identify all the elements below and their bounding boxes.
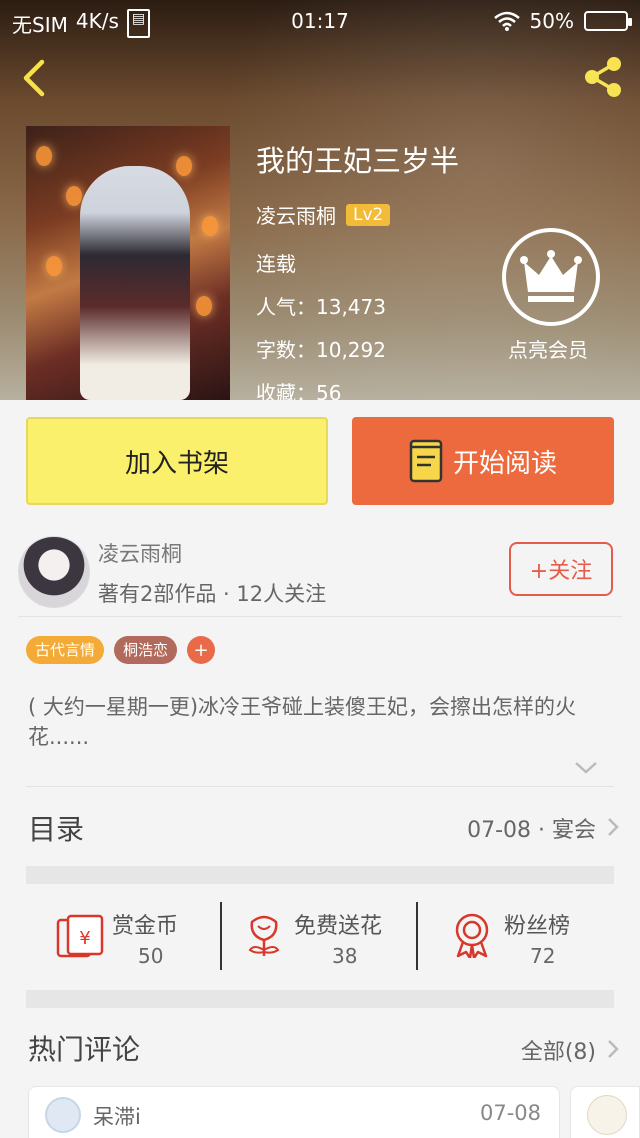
- clock: 01:17: [291, 9, 349, 33]
- free-flowers-stat[interactable]: 免费送花 38: [222, 884, 418, 990]
- carrier-text: 无SIM: [12, 13, 68, 37]
- stat-label: 免费送花: [294, 914, 383, 939]
- book-detail-body: 加入书架 开始阅读 凌云雨桐 著有2部作品 · 12人关注 +关注 古代言情 桐…: [0, 400, 640, 1138]
- follow-button[interactable]: +关注: [509, 542, 613, 596]
- book-description: ( 大约一星期一更)冰冷王爷碰上装傻王妃，会擦出怎样的火花......: [28, 695, 577, 749]
- crown-icon: [520, 250, 582, 302]
- status-bar: 无SIM 4K/s ▤ 01:17 50%: [0, 0, 640, 42]
- add-to-shelf-button[interactable]: 加入书架: [26, 417, 328, 505]
- section-separator: [26, 990, 614, 1008]
- book-author[interactable]: 凌云雨桐: [256, 200, 336, 229]
- chevron-right-icon: [608, 818, 619, 836]
- vip-crown-button[interactable]: [502, 228, 600, 326]
- chevron-down-icon[interactable]: [574, 760, 598, 776]
- tag-list: 古代言情 桐浩恋 +: [26, 636, 216, 664]
- reward-coins-stat[interactable]: ¥ 赏金币 50: [26, 884, 222, 990]
- network-speed: 4K/s: [75, 9, 119, 33]
- stat-label: 粉丝榜: [504, 914, 571, 939]
- battery-percent: 50%: [529, 9, 574, 33]
- book-popularity: 人气：13,473: [256, 295, 386, 319]
- book-header: 无SIM 4K/s ▤ 01:17 50% 我的王妃三岁半 凌云雨桐 Lv2 连…: [0, 0, 640, 400]
- author-card[interactable]: 凌云雨桐 著有2部作品 · 12人关注 +关注: [0, 532, 640, 618]
- back-icon[interactable]: [18, 58, 50, 98]
- wifi-icon: [493, 11, 520, 31]
- stat-label: 赏金币: [112, 914, 179, 939]
- comment-date: 07-08: [479, 1101, 541, 1125]
- tag-item[interactable]: 桐浩恋: [114, 636, 178, 664]
- support-stats: ¥ 赏金币 50 免费送花 38 粉丝榜 72: [26, 884, 614, 990]
- stat-value: 38: [332, 944, 358, 968]
- start-reading-button[interactable]: 开始阅读: [352, 417, 614, 505]
- book-word-count: 字数：10,292: [256, 338, 386, 362]
- book-title: 我的王妃三岁半: [256, 144, 460, 178]
- toc-latest-chapter: 07-08 · 宴会: [467, 818, 596, 843]
- vip-label[interactable]: 点亮会员: [508, 334, 588, 363]
- stat-value: 50: [138, 944, 164, 968]
- tag-item[interactable]: 古代言情: [26, 636, 105, 664]
- svg-text:¥: ¥: [79, 928, 90, 949]
- author-level-badge: Lv2: [346, 203, 391, 226]
- book-status: 连载: [256, 252, 296, 276]
- toc-title: 目录: [28, 813, 85, 846]
- hot-comments-title: 热门评论: [28, 1033, 141, 1066]
- section-separator: [26, 866, 614, 884]
- book-icon: [409, 439, 443, 483]
- author-meta: 著有2部作品 · 12人关注: [98, 582, 327, 606]
- book-favorites: 收藏：56: [256, 381, 342, 400]
- stat-value: 72: [530, 944, 556, 968]
- medal-icon: [455, 913, 489, 958]
- divider: [26, 786, 614, 787]
- fan-ranking-stat[interactable]: 粉丝榜 72: [418, 884, 614, 990]
- all-comments-link[interactable]: 全部(8): [521, 1034, 596, 1066]
- author-avatar[interactable]: [18, 536, 90, 608]
- table-of-contents-row[interactable]: 目录 07-08 · 宴会: [0, 788, 640, 870]
- book-cover[interactable]: [26, 126, 230, 400]
- commenter-avatar[interactable]: [587, 1095, 627, 1135]
- commenter-avatar[interactable]: [45, 1097, 81, 1133]
- share-icon[interactable]: [580, 54, 626, 100]
- comment-card[interactable]: 呆滞i 07-08: [28, 1086, 560, 1138]
- comment-card[interactable]: [570, 1086, 640, 1138]
- red-envelope-icon: ¥: [56, 914, 104, 958]
- cover-illustration: [80, 166, 190, 400]
- author-name[interactable]: 凌云雨桐: [98, 538, 182, 568]
- add-tag-button[interactable]: +: [187, 636, 216, 664]
- battery-icon: [584, 11, 632, 31]
- sim-icon: ▤: [126, 9, 151, 38]
- divider: [18, 616, 622, 617]
- commenter-name[interactable]: 呆滞i: [93, 1101, 141, 1131]
- flower-icon: [248, 915, 280, 956]
- chevron-right-icon[interactable]: [606, 1038, 620, 1060]
